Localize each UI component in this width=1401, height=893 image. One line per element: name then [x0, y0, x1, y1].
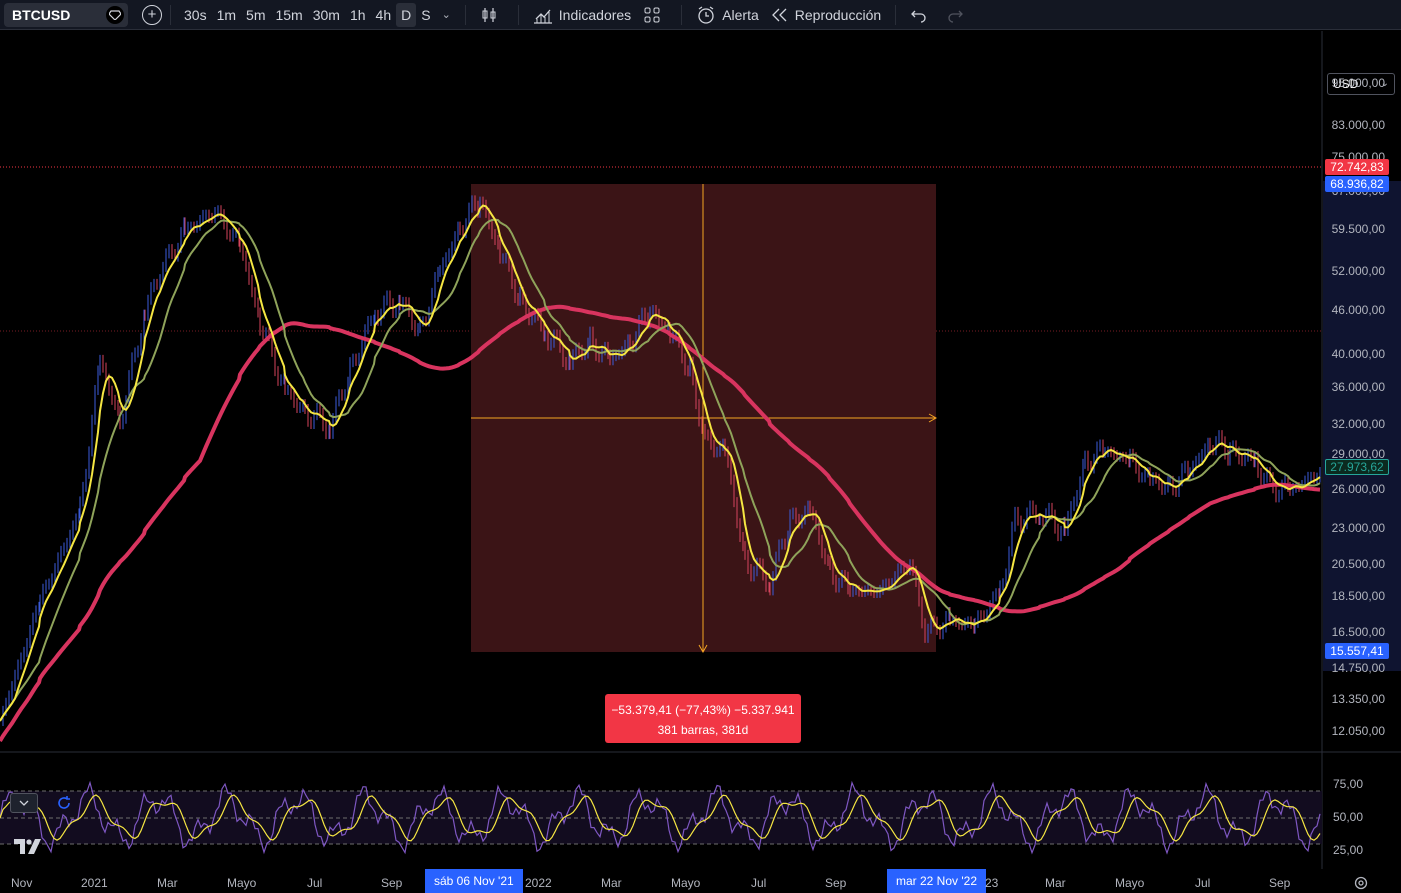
time-tick: Mar — [601, 876, 622, 890]
time-tick: 2022 — [525, 876, 552, 890]
gear-icon[interactable] — [1353, 875, 1369, 891]
symbol-search-button[interactable]: BTCUSD — [4, 2, 128, 27]
pane-collapse-button[interactable] — [10, 793, 38, 813]
price-tick: 95.000,00 — [1331, 76, 1385, 90]
indicators-icon — [533, 9, 552, 24]
price-tick: 32.000,00 — [1331, 417, 1385, 431]
replay-label: Reproducción — [794, 6, 882, 23]
chart-area[interactable]: USD ⌄ 95.000,00 83.000,00 75.000,00 67.0… — [0, 31, 1401, 893]
measure-bars-text: 381 barras, 381d — [657, 723, 749, 737]
time-tick: Mar — [157, 876, 178, 890]
refresh-icon[interactable] — [55, 794, 73, 812]
rewind-icon — [771, 8, 787, 21]
price-tick: 18.500,00 — [1331, 589, 1385, 603]
interval-d[interactable]: D — [396, 2, 417, 27]
time-tick: Mar — [1045, 876, 1066, 890]
chevron-down-icon — [19, 800, 29, 806]
alert-button[interactable]: Alerta — [690, 3, 765, 27]
time-tick: Mayo — [1115, 876, 1145, 890]
diamond-icon — [106, 5, 124, 24]
interval-15m[interactable]: 15m — [270, 3, 307, 27]
price-tick: 16.500,00 — [1331, 625, 1385, 639]
time-tick: 23 — [985, 876, 999, 890]
interval-4h[interactable]: 4h — [371, 3, 397, 27]
time-axis[interactable]: Nov 2021 Mar Mayo Jul Sep sáb 06 Nov '21… — [0, 869, 1401, 893]
interval-1h[interactable]: 1h — [345, 3, 371, 27]
interval-5m[interactable]: 5m — [241, 3, 270, 27]
measure-tooltip: −53.379,41 (−77,43%) −5.337.941 381 barr… — [605, 694, 801, 743]
replay-button[interactable]: Reproducción — [765, 3, 887, 27]
tradingview-logo-icon[interactable] — [14, 838, 44, 856]
layouts-button[interactable] — [637, 3, 673, 27]
last-price-badge: 27.973,62 — [1325, 459, 1389, 475]
plus-circle-icon[interactable]: + — [142, 4, 162, 25]
price-chart-canvas[interactable] — [0, 31, 1401, 893]
price-tick: 26.000,00 — [1331, 482, 1385, 496]
toolbar-divider — [895, 4, 897, 25]
time-tick: Nov — [11, 876, 33, 890]
measure-top-price-badge: 68.936,82 — [1325, 176, 1389, 192]
price-tick: 20.500,00 — [1331, 557, 1385, 571]
alert-label: Alerta — [722, 6, 759, 23]
price-tick: 23.000,00 — [1331, 521, 1385, 535]
grid-layout-icon — [644, 7, 660, 22]
toolbar-divider — [464, 4, 466, 25]
undo-icon — [911, 10, 926, 23]
time-tick: Jul — [751, 876, 767, 890]
price-tick: 52.000,00 — [1331, 264, 1385, 278]
measure-change-text: −53.379,41 (−77,43%) −5.337.941 — [611, 703, 795, 717]
time-tick: Jul — [307, 876, 323, 890]
price-tick: 13.350,00 — [1331, 692, 1385, 706]
candles-icon — [482, 7, 496, 22]
interval-30m[interactable]: 30m — [308, 3, 345, 27]
alarm-clock-icon — [698, 5, 714, 24]
measure-bottom-price-badge: 15.557,41 — [1325, 643, 1389, 659]
range-end-date-badge: mar 22 Nov '22 — [887, 869, 986, 893]
time-tick: Sep — [825, 876, 847, 890]
toolbar-divider — [517, 4, 519, 25]
time-tick: Sep — [381, 876, 403, 890]
interval-30s[interactable]: 30s — [179, 3, 212, 27]
time-tick: Sep — [1269, 876, 1291, 890]
time-tick: Mayo — [671, 876, 701, 890]
toolbar-divider — [170, 4, 171, 25]
chevron-down-icon[interactable]: ⌄ — [436, 8, 457, 21]
chart-type-button[interactable] — [474, 3, 510, 27]
range-start-date-badge: sáb 06 Nov '21 — [425, 869, 523, 893]
price-tick: 40.000,00 — [1331, 347, 1385, 361]
rsi-tick: 50,00 — [1332, 810, 1363, 824]
time-tick: Mayo — [227, 876, 257, 890]
symbol-label: BTCUSD — [12, 6, 71, 23]
time-tick: Jul — [1195, 876, 1211, 890]
redo-icon — [948, 10, 964, 23]
price-tick: 36.000,00 — [1331, 380, 1385, 394]
price-tick: 12.050,00 — [1331, 724, 1385, 738]
toolbar-divider — [681, 4, 683, 25]
price-tick: 83.000,00 — [1331, 118, 1385, 132]
indicators-label: Indicadores — [558, 6, 632, 23]
price-tick: 46.000,00 — [1331, 303, 1385, 317]
undo-button[interactable] — [904, 3, 940, 27]
time-tick: 2021 — [81, 876, 108, 890]
interval-s[interactable]: S — [416, 3, 435, 27]
price-tick: 14.750,00 — [1331, 661, 1385, 675]
price-tick: 59.500,00 — [1331, 222, 1385, 236]
top-toolbar: BTCUSD + 30s 1m 5m 15m 30m 1h 4h D S ⌄ I… — [0, 0, 1401, 30]
rsi-tick: 25,00 — [1332, 843, 1363, 857]
indicators-button[interactable]: Indicadores — [527, 3, 637, 27]
rsi-tick: 75,00 — [1332, 777, 1363, 791]
redo-button[interactable] — [940, 3, 976, 27]
interval-1m[interactable]: 1m — [212, 3, 241, 27]
high-price-badge: 72.742,83 — [1325, 159, 1389, 175]
